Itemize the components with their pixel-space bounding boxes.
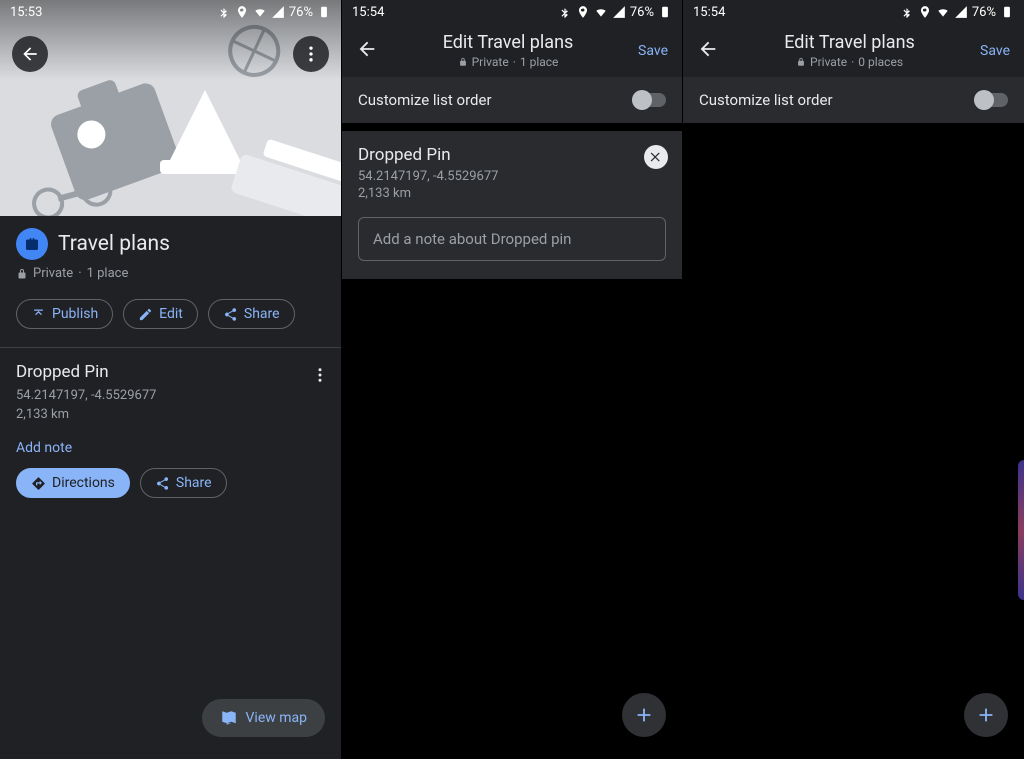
signal-icon bbox=[271, 5, 285, 19]
more-vert-icon bbox=[311, 366, 329, 384]
add-place-fab[interactable] bbox=[622, 693, 666, 737]
back-button[interactable] bbox=[356, 38, 378, 64]
bluetooth-icon bbox=[217, 5, 231, 19]
status-time: 15:54 bbox=[352, 5, 384, 20]
signal-icon bbox=[612, 5, 626, 19]
lock-icon bbox=[796, 57, 806, 67]
add-place-fab[interactable] bbox=[964, 693, 1008, 737]
place-coords: 54.2147197, -4.5529677 bbox=[16, 388, 325, 403]
add-note-link[interactable]: Add note bbox=[16, 440, 325, 456]
edit-header: 15:54 76% Edit Travel plans Private·1 pl… bbox=[342, 0, 682, 77]
arrow-back-icon bbox=[356, 38, 378, 60]
wifi-icon bbox=[594, 5, 608, 19]
bluetooth-icon bbox=[900, 5, 914, 19]
status-bar: 15:53 76% bbox=[0, 0, 341, 24]
publish-icon bbox=[31, 307, 46, 322]
share-button[interactable]: Share bbox=[208, 299, 295, 329]
place-item[interactable]: Dropped Pin 54.2147197, -4.5529677 2,133… bbox=[0, 348, 341, 468]
list-header: Travel plans Private · 1 place bbox=[0, 216, 341, 289]
action-chips: Publish Edit Share bbox=[0, 289, 341, 347]
share-icon bbox=[155, 476, 170, 491]
close-icon bbox=[649, 150, 663, 164]
view-map-button[interactable]: View map bbox=[202, 699, 326, 737]
status-bar: 15:54 76% bbox=[342, 0, 682, 24]
edit-title: Edit Travel plans bbox=[719, 32, 980, 53]
bluetooth-icon bbox=[558, 5, 572, 19]
wifi-icon bbox=[936, 5, 950, 19]
suitcase-icon bbox=[23, 235, 41, 253]
screen-edit-0places: 15:54 76% Edit Travel plans Private·0 pl… bbox=[682, 0, 1024, 759]
directions-button[interactable]: Directions bbox=[16, 468, 130, 498]
edit-button[interactable]: Edit bbox=[123, 299, 198, 329]
place-count: 1 place bbox=[87, 266, 129, 281]
save-button[interactable]: Save bbox=[980, 43, 1010, 59]
lock-icon bbox=[16, 268, 28, 280]
status-time: 15:53 bbox=[10, 5, 42, 20]
note-input[interactable]: Add a note about Dropped pin bbox=[358, 217, 666, 261]
signal-icon bbox=[954, 5, 968, 19]
place-distance: 2,133 km bbox=[358, 186, 666, 201]
publish-button[interactable]: Publish bbox=[16, 299, 113, 329]
status-battery: 76% bbox=[972, 5, 996, 20]
save-button[interactable]: Save bbox=[638, 43, 668, 59]
visibility-label: Private bbox=[33, 266, 73, 281]
place-card: Dropped Pin 54.2147197, -4.5529677 2,133… bbox=[342, 131, 682, 279]
arrow-back-icon bbox=[697, 38, 719, 60]
more-vert-icon bbox=[301, 44, 321, 64]
edit-title: Edit Travel plans bbox=[378, 32, 638, 53]
location-icon bbox=[235, 5, 249, 19]
wifi-icon bbox=[253, 5, 267, 19]
customize-toggle[interactable] bbox=[974, 93, 1008, 107]
edit-header: 15:54 76% Edit Travel plans Private·0 pl… bbox=[683, 0, 1024, 77]
hero-image: 15:53 76% bbox=[0, 0, 341, 216]
battery-icon bbox=[658, 5, 672, 19]
place-distance: 2,133 km bbox=[16, 407, 325, 422]
place-share-button[interactable]: Share bbox=[140, 468, 227, 498]
arrow-back-icon bbox=[20, 44, 40, 64]
status-bar: 15:54 76% bbox=[683, 0, 1024, 24]
battery-icon bbox=[317, 5, 331, 19]
customize-order-row[interactable]: Customize list order bbox=[683, 77, 1024, 123]
battery-icon bbox=[1000, 5, 1014, 19]
status-battery: 76% bbox=[289, 5, 313, 20]
pencil-icon bbox=[138, 307, 153, 322]
plus-icon bbox=[975, 704, 997, 726]
share-icon bbox=[223, 307, 238, 322]
location-icon bbox=[576, 5, 590, 19]
screen-list-view: 15:53 76% Travel plans Private · 1 place bbox=[0, 0, 341, 759]
map-icon bbox=[220, 709, 238, 727]
location-icon bbox=[918, 5, 932, 19]
place-coords: 54.2147197, -4.5529677 bbox=[358, 169, 666, 184]
remove-place-button[interactable] bbox=[644, 145, 668, 169]
place-more-button[interactable] bbox=[311, 366, 329, 388]
screen-edit-1place: 15:54 76% Edit Travel plans Private·1 pl… bbox=[341, 0, 682, 759]
directions-icon bbox=[31, 476, 46, 491]
lock-icon bbox=[458, 57, 468, 67]
status-time: 15:54 bbox=[693, 5, 725, 20]
list-type-icon bbox=[16, 228, 48, 260]
edge-panel-handle[interactable] bbox=[1018, 460, 1024, 600]
customize-order-row[interactable]: Customize list order bbox=[342, 77, 682, 123]
customize-toggle[interactable] bbox=[632, 93, 666, 107]
more-options-button[interactable] bbox=[293, 36, 329, 72]
back-button[interactable] bbox=[12, 36, 48, 72]
place-name: Dropped Pin bbox=[358, 145, 666, 165]
list-title: Travel plans bbox=[58, 232, 170, 256]
place-name: Dropped Pin bbox=[16, 362, 325, 382]
back-button[interactable] bbox=[697, 38, 719, 64]
status-battery: 76% bbox=[630, 5, 654, 20]
plus-icon bbox=[633, 704, 655, 726]
